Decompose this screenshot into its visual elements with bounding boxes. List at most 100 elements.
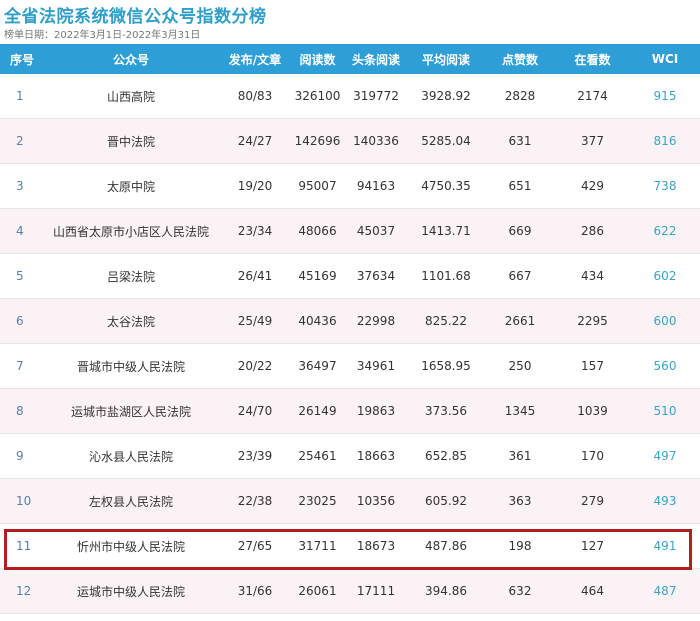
cell-headline-reads: 10356 [356,494,396,508]
cell-avg-reads: 1658.95 [421,359,471,373]
cell-index: 10 [16,494,32,508]
cell-index: 2 [16,134,24,148]
cell-avg-reads: 652.85 [425,449,467,463]
cell-watching: 1039 [577,404,608,418]
cell-reads: 23025 [298,494,337,508]
cell-headline-reads: 319772 [353,89,399,103]
cell-index: 9 [16,449,24,463]
cell-wci: 600 [653,314,677,328]
table-row: 1 山西高院 80/83 326100 319772 3928.92 2828 2174 915 [0,74,700,119]
table-row: 6 太谷法院 25/49 40436 22998 825.22 2661 2295 600 [0,299,700,344]
cell-avg-reads: 487.86 [425,539,467,553]
cell-reads: 326100 [294,89,341,103]
cell-avg-reads: 4750.35 [421,179,471,193]
cell-headline-reads: 18663 [356,449,396,463]
cell-likes: 2661 [504,314,536,328]
cell-reads: 95007 [298,179,337,193]
table-row: 2 晋中法院 24/27 142696 140336 5285.04 631 377 816 [0,119,700,164]
cell-watching: 377 [581,134,604,148]
cell-avg-reads: 394.86 [425,584,467,598]
cell-account: 山西省太原市小店区人民法院 [52,224,209,239]
cell-account: 山西高院 [106,89,155,104]
cell-headline-reads: 37634 [356,269,396,283]
cell-index: 3 [16,179,24,193]
cell-avg-reads: 1413.71 [421,224,471,238]
date-range: 榜单日期：2022年3月1日-2022年3月31日 [4,30,201,41]
header-reads: 阅读数 [299,52,336,67]
cell-headline-reads: 140336 [353,134,399,148]
cell-account: 吕梁法院 [106,269,155,284]
table-row: 3 太原中院 19/20 95007 94163 4750.35 651 429 738 [0,164,700,209]
cell-account: 晋中法院 [106,134,155,149]
cell-account: 晋城市中级人民法院 [76,359,185,374]
cell-posts: 24/27 [237,134,273,148]
cell-avg-reads: 5285.04 [421,134,471,148]
cell-avg-reads: 605.92 [425,494,467,508]
cell-watching: 127 [581,539,604,553]
cell-index: 7 [16,359,24,373]
header-posts: 发布/文章 [228,52,282,67]
cell-likes: 669 [508,224,532,238]
cell-index: 12 [16,584,32,598]
cell-posts: 27/65 [237,539,273,553]
cell-account: 太谷法院 [106,314,155,329]
cell-reads: 36497 [298,359,337,373]
header-account: 公众号 [112,52,149,67]
cell-watching: 464 [581,584,604,598]
cell-headline-reads: 19863 [356,404,396,418]
cell-account: 沁水县人民法院 [88,449,173,464]
cell-likes: 651 [508,179,532,193]
cell-reads: 48066 [298,224,337,238]
cell-posts: 26/41 [237,269,273,283]
cell-wci: 510 [653,404,677,418]
table-row: 5 吕梁法院 26/41 45169 37634 1101.68 667 434 602 [0,254,700,299]
cell-account: 运城市中级人民法院 [76,584,185,599]
cell-reads: 45169 [298,269,337,283]
cell-headline-reads: 45037 [356,224,396,238]
cell-headline-reads: 94163 [356,179,396,193]
cell-watching: 170 [581,449,604,463]
table-row: 11 忻州市中级人民法院 27/65 31711 18673 487.86 198 127 49… [0,524,700,569]
cell-likes: 667 [508,269,532,283]
header-watching: 在看数 [574,52,611,67]
header-likes: 点赞数 [501,52,538,67]
cell-wci: 915 [653,89,677,103]
cell-watching: 434 [581,269,604,283]
cell-likes: 631 [508,134,532,148]
cell-posts: 23/39 [237,449,273,463]
cell-likes: 250 [508,359,532,373]
cell-posts: 20/22 [237,359,273,373]
cell-wci: 738 [653,179,677,193]
cell-avg-reads: 1101.68 [421,269,471,283]
cell-reads: 40436 [298,314,337,328]
table-row: 9 沁水县人民法院 23/39 25461 18663 652.85 361 170 497 [0,434,700,479]
cell-likes: 363 [508,494,532,508]
cell-reads: 26149 [298,404,337,418]
cell-wci: 602 [653,269,677,283]
cell-account: 太原中院 [106,179,155,194]
table-row: 12 运城市中级人民法院 31/66 26061 17111 394.86 632 464 48… [0,569,700,614]
cell-reads: 25461 [298,449,337,463]
cell-posts: 31/66 [237,584,273,598]
cell-posts: 22/38 [237,494,273,508]
cell-wci: 560 [653,359,677,373]
cell-headline-reads: 17111 [356,584,396,598]
cell-posts: 19/20 [237,179,273,193]
table-row: 8 运城市盐湖区人民法院 24/70 26149 19863 373.56 1345 1039… [0,389,700,434]
cell-reads: 26061 [298,584,337,598]
header-headline-reads: 头条阅读 [351,52,400,67]
cell-index: 1 [16,89,24,103]
cell-wci: 491 [653,539,677,553]
cell-headline-reads: 34961 [356,359,396,373]
cell-watching: 157 [581,359,604,373]
cell-index: 6 [16,314,24,328]
cell-posts: 25/49 [237,314,273,328]
header-wci: WCI [651,52,679,66]
cell-reads: 142696 [294,134,341,148]
cell-wci: 493 [653,494,677,508]
table-header: 序号 公众号 发布/文章 阅读数 头条阅读 平均阅读 点赞数 在看数 WCI [0,44,700,74]
header-avg-reads: 平均阅读 [421,52,470,67]
cell-wci: 497 [653,449,677,463]
cell-account: 左权县人民法院 [88,494,173,509]
table-body: 1 山西高院 80/83 326100 319772 3928.92 2828 2174 915… [0,74,700,614]
